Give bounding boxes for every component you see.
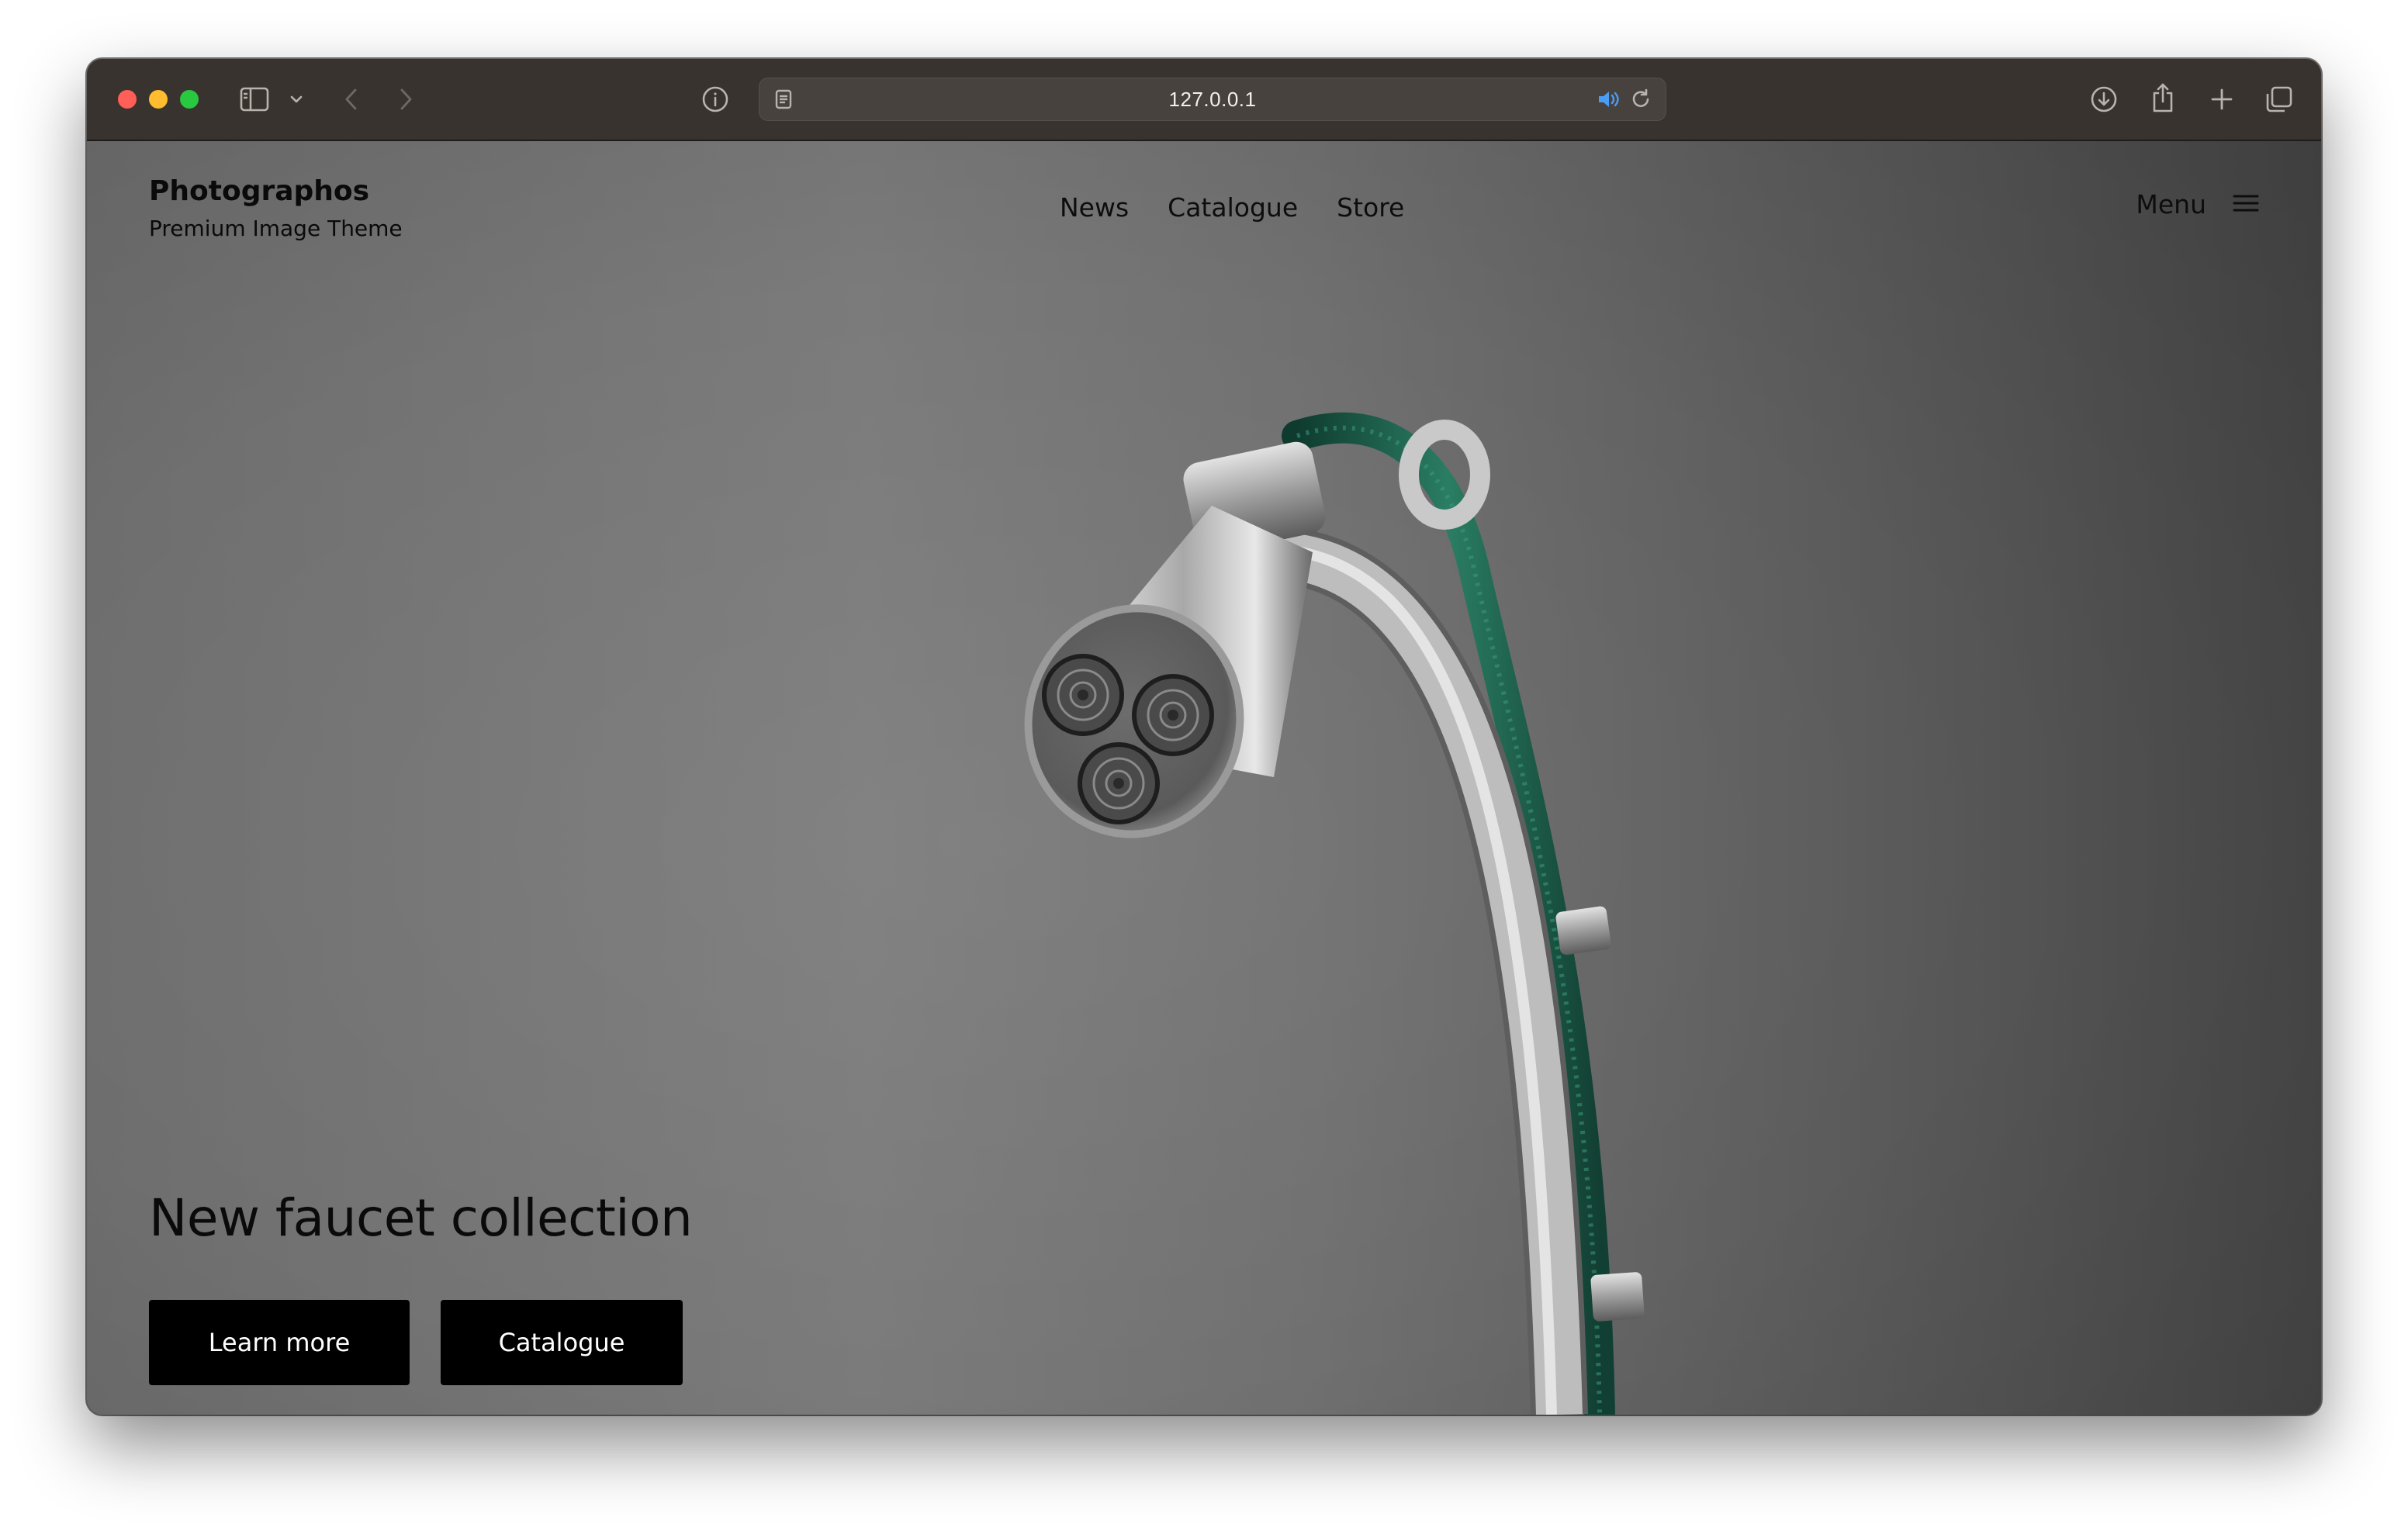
url-text[interactable]: 127.0.0.1 — [759, 78, 1666, 120]
site-brand-title[interactable]: Photographos — [149, 175, 369, 207]
sidebar-toggle-icon[interactable] — [239, 85, 270, 113]
menu-label: Menu — [2136, 189, 2206, 219]
reload-icon[interactable] — [1630, 88, 1653, 111]
tab-overview-icon[interactable] — [2264, 84, 2295, 115]
zoom-window-button[interactable] — [180, 90, 199, 109]
chevron-down-icon[interactable] — [287, 90, 306, 109]
site-brand-subtitle: Premium Image Theme — [149, 216, 403, 241]
menu-button[interactable]: Menu — [2136, 189, 2259, 219]
faucet-product-image — [1024, 412, 1645, 1415]
back-icon[interactable] — [340, 84, 363, 115]
new-tab-icon[interactable] — [2208, 84, 2236, 115]
browser-toolbar: 127.0.0.1 — [87, 59, 2321, 141]
hero-heading: New faucet collection — [149, 1188, 693, 1248]
downloads-icon[interactable] — [2088, 84, 2119, 115]
forward-icon[interactable] — [394, 84, 417, 115]
speaker-icon[interactable] — [1596, 88, 1621, 111]
address-bar[interactable]: 127.0.0.1 — [759, 78, 1666, 121]
share-icon[interactable] — [2147, 81, 2178, 115]
nav-link-store[interactable]: Store — [1337, 192, 1404, 223]
learn-more-button[interactable]: Learn more — [149, 1300, 410, 1385]
browser-window: 127.0.0.1 Photographos Premium Image The… — [87, 59, 2321, 1415]
close-window-button[interactable] — [118, 90, 137, 109]
hamburger-icon — [2233, 192, 2259, 217]
catalogue-button[interactable]: Catalogue — [441, 1300, 683, 1385]
web-page: Photographos Premium Image Theme News Ca… — [87, 141, 2321, 1415]
info-icon[interactable] — [700, 84, 731, 115]
main-nav: News Catalogue Store — [1060, 192, 1404, 223]
nav-link-catalogue[interactable]: Catalogue — [1168, 192, 1298, 223]
nav-link-news[interactable]: News — [1060, 192, 1129, 223]
minimize-window-button[interactable] — [149, 90, 168, 109]
